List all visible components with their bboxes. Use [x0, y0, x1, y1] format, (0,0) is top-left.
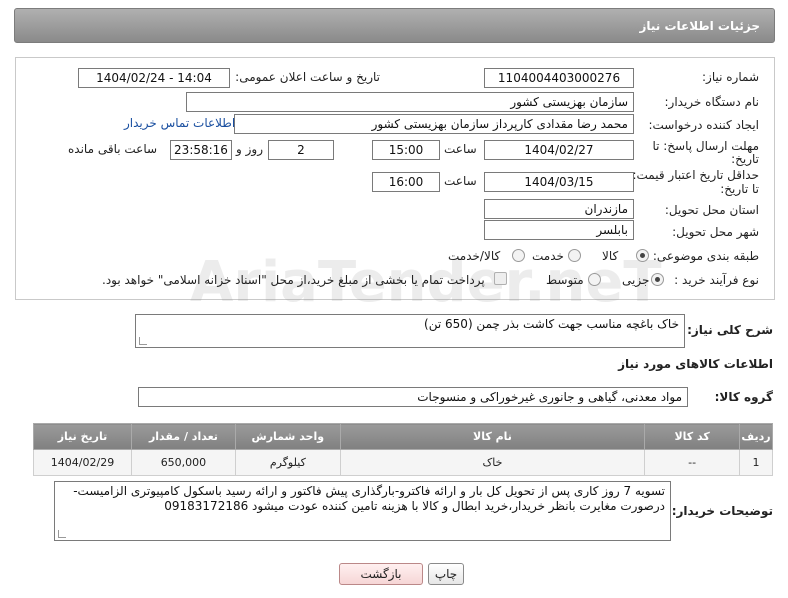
goods-section-title: اطلاعات کالاهای مورد نیاز	[618, 357, 773, 371]
cell-unit: کیلوگرم	[234, 449, 341, 476]
process-label: نوع فرآیند خرید :	[674, 273, 759, 287]
validity-date-field[interactable]: 1404/03/15	[484, 172, 634, 192]
category-option-service: خدمت	[532, 249, 564, 263]
buyer-org-field[interactable]: سازمان بهزیستی کشور	[186, 92, 634, 112]
category-radio-both[interactable]	[512, 249, 525, 262]
goods-group-label: گروه کالا:	[714, 390, 773, 404]
process-radio-minor[interactable]	[651, 273, 664, 286]
payment-note: پرداخت تمام یا بخشی از مبلغ خرید،از محل …	[102, 273, 485, 287]
cell-need-date: 1404/02/29	[33, 449, 132, 476]
deadline-label-date: تاریخ:	[731, 152, 759, 166]
print-button[interactable]: چاپ	[428, 563, 464, 585]
buyer-contact-link[interactable]: اطلاعات تماس خریدار	[124, 116, 235, 130]
process-radio-medium[interactable]	[588, 273, 601, 286]
cell-row-number: 1	[739, 449, 773, 476]
remaining-label: ساعت باقی مانده	[68, 142, 158, 156]
province-field[interactable]: مازندران	[484, 199, 634, 219]
description-textarea[interactable]: خاک باغچه مناسب جهت کاشت بذر چمن (650 تن…	[135, 314, 685, 348]
creator-label: ایجاد کننده درخواست:	[648, 118, 759, 132]
description-text: خاک باغچه مناسب جهت کاشت بذر چمن (650 تن…	[424, 317, 679, 331]
goods-group-field[interactable]: مواد معدنی، گیاهی و جانوری غیرخوراکی و م…	[138, 387, 688, 407]
col-header-quantity: تعداد / مقدار	[131, 423, 236, 450]
category-option-both: کالا/خدمت	[448, 249, 501, 263]
deadline-label: مهلت ارسال پاسخ: تا	[652, 139, 759, 153]
days-field[interactable]: 2	[268, 140, 334, 160]
process-option-minor: جزیی	[622, 273, 650, 287]
description-label: شرح کلی نیاز:	[687, 323, 773, 337]
resize-grip-icon[interactable]	[58, 530, 66, 538]
buyer-notes-text: تسویه 7 روز کاری پس از تحویل کل بار و ار…	[73, 484, 665, 513]
creator-field[interactable]: محمد رضا مقدادی کارپرداز سازمان بهزیستی …	[234, 114, 634, 134]
buyer-notes-label: توضیحات خریدار:	[671, 504, 773, 518]
deadline-time-field[interactable]: 15:00	[372, 140, 440, 160]
city-label: شهر محل تحویل:	[672, 225, 759, 239]
cell-item-code: --	[644, 449, 741, 476]
treasury-checkbox[interactable]	[494, 272, 507, 285]
category-label: طبقه بندی موضوعی:	[652, 249, 759, 263]
buyer-notes-textarea[interactable]: تسویه 7 روز کاری پس از تحویل کل بار و ار…	[54, 481, 671, 541]
col-header-unit: واحد شمارش	[234, 423, 341, 450]
table-row[interactable]: 1 -- خاک کیلوگرم 650,000 1404/02/29	[33, 449, 773, 476]
col-header-need-date: تاریخ نیاز	[33, 423, 132, 450]
goods-table: ردیف کد کالا نام کالا واحد شمارش تعداد /…	[33, 423, 773, 476]
page-title: جزئیات اطلاعات نیاز	[639, 19, 760, 33]
category-option-goods: کالا	[602, 249, 619, 263]
process-option-medium: متوسط	[546, 273, 584, 287]
cell-item-name: خاک	[339, 449, 646, 476]
city-field[interactable]: بابلسر	[484, 220, 634, 240]
col-header-item-code: کد کالا	[644, 423, 741, 450]
page-header: جزئیات اطلاعات نیاز	[14, 8, 775, 43]
announce-field[interactable]: 1404/02/24 - 14:04	[78, 68, 230, 88]
validity-label-date: تا تاریخ:	[720, 182, 759, 196]
cell-quantity: 650,000	[131, 449, 236, 476]
category-radio-goods[interactable]	[636, 249, 649, 262]
back-button[interactable]: بازگشت	[339, 563, 423, 585]
validity-time-label: ساعت	[444, 174, 477, 188]
category-radio-service[interactable]	[568, 249, 581, 262]
col-header-row-number: ردیف	[739, 423, 773, 450]
deadline-date-field[interactable]: 1404/02/27	[484, 140, 634, 160]
resize-grip-icon[interactable]	[139, 337, 147, 345]
days-label: روز و	[236, 142, 263, 156]
deadline-time-label: ساعت	[444, 142, 477, 156]
need-number-field[interactable]: 1104004403000276	[484, 68, 634, 88]
buyer-org-label: نام دستگاه خریدار:	[664, 95, 760, 109]
announce-label: تاریخ و ساعت اعلان عمومی:	[235, 70, 380, 84]
validity-time-field[interactable]: 16:00	[372, 172, 440, 192]
col-header-item-name: نام کالا	[339, 423, 646, 450]
validity-label: حداقل تاریخ اعتبار قیمت:	[632, 168, 759, 182]
remaining-field[interactable]: 23:58:16	[170, 140, 232, 160]
need-number-label: شماره نیاز:	[702, 70, 759, 84]
table-header-row: ردیف کد کالا نام کالا واحد شمارش تعداد /…	[33, 423, 773, 450]
province-label: استان محل تحویل:	[664, 203, 759, 217]
